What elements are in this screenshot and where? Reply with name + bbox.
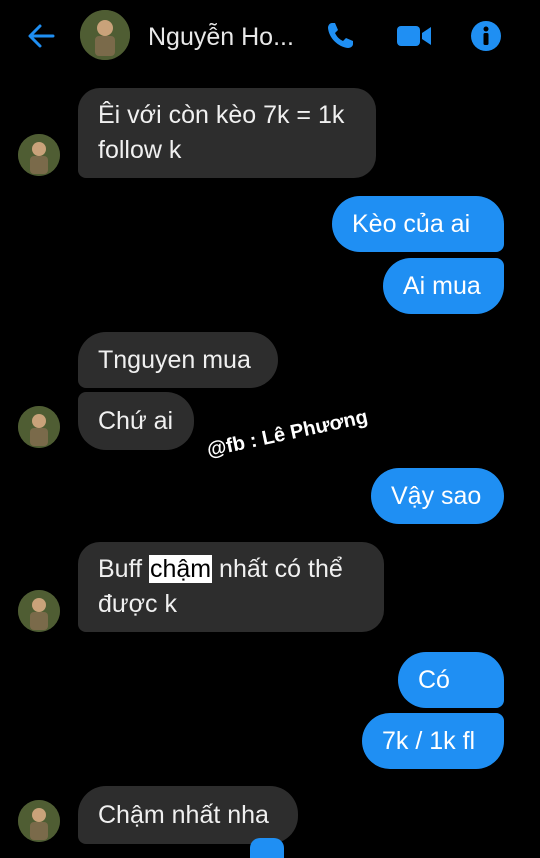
message-text: Tnguyen mua <box>98 346 251 374</box>
message-text: Vậy sao <box>391 482 482 510</box>
message-text: Ai mua <box>403 272 481 300</box>
message-bubble-incoming[interactable]: Buff chậm nhất có thể được k <box>78 542 384 632</box>
chat-header: Nguyễn Ho... <box>0 0 540 72</box>
message-bubble-outgoing[interactable]: Kèo của ai <box>332 196 504 252</box>
sender-avatar[interactable] <box>18 590 60 632</box>
message-text: Êi với còn kèo 7k = 1k <box>98 101 345 129</box>
contact-name[interactable]: Nguyễn Ho... <box>148 22 294 52</box>
message-text: Chậm nhất nha <box>98 801 269 829</box>
message-line: Buff chậm nhất có thể <box>98 552 364 587</box>
sender-avatar[interactable] <box>18 134 60 176</box>
phone-icon[interactable] <box>324 20 356 52</box>
scroll-down-button[interactable] <box>250 838 284 858</box>
message-text: nhất có thể <box>212 555 343 583</box>
sender-avatar[interactable] <box>18 800 60 842</box>
watermark-text: @fb : Lê Phương <box>205 405 370 462</box>
highlighted-word: chậm <box>148 555 213 583</box>
message-bubble-outgoing[interactable]: Ai mua <box>383 258 504 314</box>
message-bubble-outgoing[interactable]: Vậy sao <box>371 468 504 524</box>
back-arrow-icon[interactable] <box>26 22 56 50</box>
message-bubble-incoming[interactable]: Chậm nhất nha <box>78 786 298 844</box>
message-text: Buff <box>98 555 149 583</box>
message-text: Kèo của ai <box>352 210 471 238</box>
video-icon[interactable] <box>396 20 432 52</box>
message-text: được k <box>98 590 177 618</box>
message-bubble-incoming[interactable]: Tnguyen mua <box>78 332 278 388</box>
sender-avatar[interactable] <box>18 406 60 448</box>
message-bubble-outgoing[interactable]: Có nè <box>398 652 504 750</box>
message-text: Chứ ai <box>98 407 174 435</box>
message-bubble-outgoing[interactable]: 7k / 1k fl <box>362 713 504 769</box>
message-bubble-incoming[interactable]: Chứ ai <box>78 392 194 450</box>
info-icon[interactable] <box>470 20 502 52</box>
message-text: 7k / 1k fl <box>382 727 476 755</box>
message-bubble-incoming[interactable]: Êi với còn kèo 7k = 1k follow k <box>78 88 376 178</box>
message-text: follow k <box>98 136 182 164</box>
contact-avatar[interactable] <box>80 10 130 60</box>
